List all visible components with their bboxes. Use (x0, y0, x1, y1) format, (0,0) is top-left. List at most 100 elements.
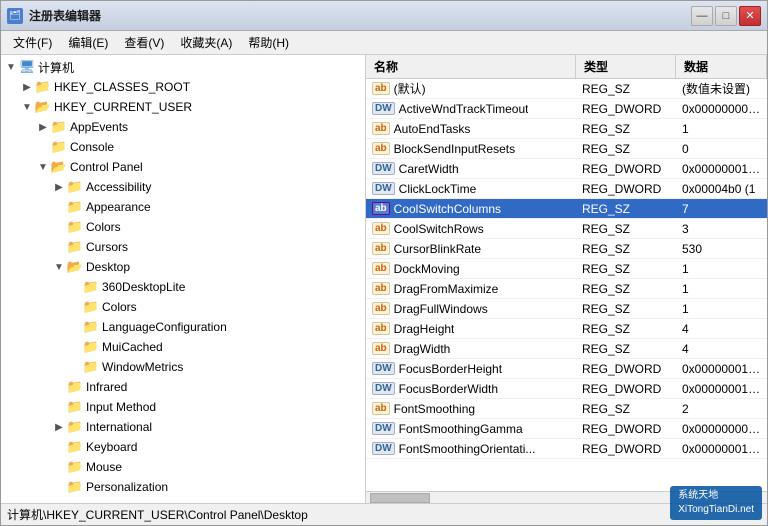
reg-value-name: ActiveWndTrackTimeout (399, 102, 529, 116)
tree-item-controlpanel[interactable]: ▼ 📂 Control Panel (1, 157, 365, 177)
tree-item-desktop-colors[interactable]: ▶ 📁 Colors (1, 297, 365, 317)
app-icon: 🗂 (7, 8, 23, 24)
reg-value-type: REG_SZ (576, 322, 676, 336)
tree-label-desktop: Desktop (86, 260, 130, 274)
list-row[interactable]: abCursorBlinkRateREG_SZ530 (366, 239, 767, 259)
folder-icon-hkcu: 📂 (35, 99, 51, 115)
folder-icon-accessibility: 📁 (67, 179, 83, 195)
expand-icon-desktop[interactable]: ▼ (51, 259, 67, 275)
reg-value-icon: ab (372, 122, 390, 135)
col-header-type[interactable]: 类型 (576, 55, 676, 78)
tree-label-mui: MuiCached (102, 340, 163, 354)
reg-value-name: FontSmoothing (394, 402, 475, 416)
reg-value-name: DragFromMaximize (394, 282, 499, 296)
list-row[interactable]: DWFontSmoothingGammaREG_DWORD0x00000000 … (366, 419, 767, 439)
folder-icon-360: 📁 (83, 279, 99, 295)
h-scroll-thumb[interactable] (370, 493, 430, 503)
list-row[interactable]: abDragHeightREG_SZ4 (366, 319, 767, 339)
tree-item-accessibility[interactable]: ▶ 📁 Accessibility (1, 177, 365, 197)
reg-value-data: 0x00000000 (0 (676, 102, 767, 116)
reg-value-data: 7 (676, 202, 767, 216)
maximize-button[interactable]: □ (715, 6, 737, 26)
expand-icon-hkcu[interactable]: ▼ (19, 99, 35, 115)
list-row[interactable]: abCoolSwitchColumnsREG_SZ7 (366, 199, 767, 219)
reg-value-type: REG_DWORD (576, 382, 676, 396)
list-row[interactable]: DWClickLockTimeREG_DWORD0x00004b0 (1 (366, 179, 767, 199)
menu-edit[interactable]: 编辑(E) (60, 31, 116, 54)
list-row[interactable]: abDockMovingREG_SZ1 (366, 259, 767, 279)
list-row[interactable]: abDragWidthREG_SZ4 (366, 339, 767, 359)
reg-value-type: REG_SZ (576, 302, 676, 316)
close-button[interactable]: ✕ (739, 6, 761, 26)
reg-value-data: 1 (676, 122, 767, 136)
tree-item-languageconfig[interactable]: ▶ 📁 LanguageConfiguration (1, 317, 365, 337)
tree-item-console[interactable]: ▶ 📁 Console (1, 137, 365, 157)
tree-label-appevents: AppEvents (70, 120, 128, 134)
list-row[interactable]: DWFocusBorderWidthREG_DWORD0x00000001 (1 (366, 379, 767, 399)
menu-view[interactable]: 查看(V) (116, 31, 172, 54)
tree-item-infrared[interactable]: ▶ 📁 Infrared (1, 377, 365, 397)
reg-value-data: 530 (676, 242, 767, 256)
folder-icon-controlpanel: 📂 (51, 159, 67, 175)
list-header: 名称 类型 数据 (366, 55, 767, 79)
minimize-button[interactable]: — (691, 6, 713, 26)
reg-value-icon: ab (372, 242, 390, 255)
list-row[interactable]: abFontSmoothingREG_SZ2 (366, 399, 767, 419)
list-content[interactable]: ab(默认)REG_SZ(数值未设置)DWActiveWndTrackTimeo… (366, 79, 767, 491)
reg-value-type: REG_DWORD (576, 162, 676, 176)
menu-favorites[interactable]: 收藏夹(A) (172, 31, 240, 54)
tree-item-international[interactable]: ▶ 📁 International (1, 417, 365, 437)
tree-item-appearance[interactable]: ▶ 📁 Appearance (1, 197, 365, 217)
tree-item-keyboard[interactable]: ▶ 📁 Keyboard (1, 437, 365, 457)
tree-item-360desktoplite[interactable]: ▶ 📁 360DesktopLite (1, 277, 365, 297)
col-header-data[interactable]: 数据 (676, 55, 767, 78)
expand-icon-controlpanel[interactable]: ▼ (35, 159, 51, 175)
tree-item-windowmetrics[interactable]: ▶ 📁 WindowMetrics (1, 357, 365, 377)
reg-value-type: REG_DWORD (576, 442, 676, 456)
reg-value-icon: ab (372, 402, 390, 415)
tree-item-inputmethod[interactable]: ▶ 📁 Input Method (1, 397, 365, 417)
reg-value-type: REG_SZ (576, 342, 676, 356)
folder-icon-international: 📁 (67, 419, 83, 435)
list-row[interactable]: abBlockSendInputResetsREG_SZ0 (366, 139, 767, 159)
tree-item-colors[interactable]: ▶ 📁 Colors (1, 217, 365, 237)
list-row[interactable]: abAutoEndTasksREG_SZ1 (366, 119, 767, 139)
tree-item-hkcu[interactable]: ▼ 📂 HKEY_CURRENT_USER (1, 97, 365, 117)
reg-value-icon: DW (372, 422, 395, 435)
folder-icon-dcolors: 📁 (83, 299, 99, 315)
tree-item-computer[interactable]: ▼ 🖥 计算机 (1, 57, 365, 77)
tree-item-cursors[interactable]: ▶ 📁 Cursors (1, 237, 365, 257)
status-path: 计算机\HKEY_CURRENT_USER\Control Panel\Desk… (7, 506, 308, 523)
folder-icon-mouse: 📁 (67, 459, 83, 475)
tree-item-muicached[interactable]: ▶ 📁 MuiCached (1, 337, 365, 357)
menu-help[interactable]: 帮助(H) (240, 31, 297, 54)
list-row[interactable]: abCoolSwitchRowsREG_SZ3 (366, 219, 767, 239)
reg-value-type: REG_SZ (576, 202, 676, 216)
list-row[interactable]: DWFocusBorderHeightREG_DWORD0x00000001 (… (366, 359, 767, 379)
reg-value-name: BlockSendInputResets (394, 142, 515, 156)
reg-value-icon: ab (372, 222, 390, 235)
tree-item-desktop[interactable]: ▼ 📂 Desktop (1, 257, 365, 277)
menu-file[interactable]: 文件(F) (5, 31, 60, 54)
list-row[interactable]: DWFontSmoothingOrientati...REG_DWORD0x00… (366, 439, 767, 459)
tree-item-mouse[interactable]: ▶ 📁 Mouse (1, 457, 365, 477)
list-row[interactable]: DWActiveWndTrackTimeoutREG_DWORD0x000000… (366, 99, 767, 119)
reg-value-icon: ab (372, 322, 390, 335)
expand-icon-computer[interactable]: ▼ (3, 59, 19, 75)
tree-label-personalization: Personalization (86, 480, 168, 494)
tree-item-hkcr[interactable]: ▶ 📁 HKEY_CLASSES_ROOT (1, 77, 365, 97)
list-row[interactable]: abDragFromMaximizeREG_SZ1 (366, 279, 767, 299)
list-row[interactable]: DWCaretWidthREG_DWORD0x00000001 (1 (366, 159, 767, 179)
tree-panel[interactable]: ▼ 🖥 计算机 ▶ 📁 HKEY_CLASSES_ROOT ▼ 📂 HKEY_C… (1, 55, 366, 503)
folder-icon-inputmethod: 📁 (67, 399, 83, 415)
tree-item-appevents[interactable]: ▶ 📁 AppEvents (1, 117, 365, 137)
expand-icon-hkcr[interactable]: ▶ (19, 79, 35, 95)
list-row[interactable]: ab(默认)REG_SZ(数值未设置) (366, 79, 767, 99)
tree-item-personalization[interactable]: ▶ 📁 Personalization (1, 477, 365, 497)
col-header-name[interactable]: 名称 (366, 55, 576, 78)
folder-icon-mui: 📁 (83, 339, 99, 355)
expand-icon-accessibility[interactable]: ▶ (51, 179, 67, 195)
expand-icon-international[interactable]: ▶ (51, 419, 67, 435)
expand-icon-appevents[interactable]: ▶ (35, 119, 51, 135)
list-row[interactable]: abDragFullWindowsREG_SZ1 (366, 299, 767, 319)
